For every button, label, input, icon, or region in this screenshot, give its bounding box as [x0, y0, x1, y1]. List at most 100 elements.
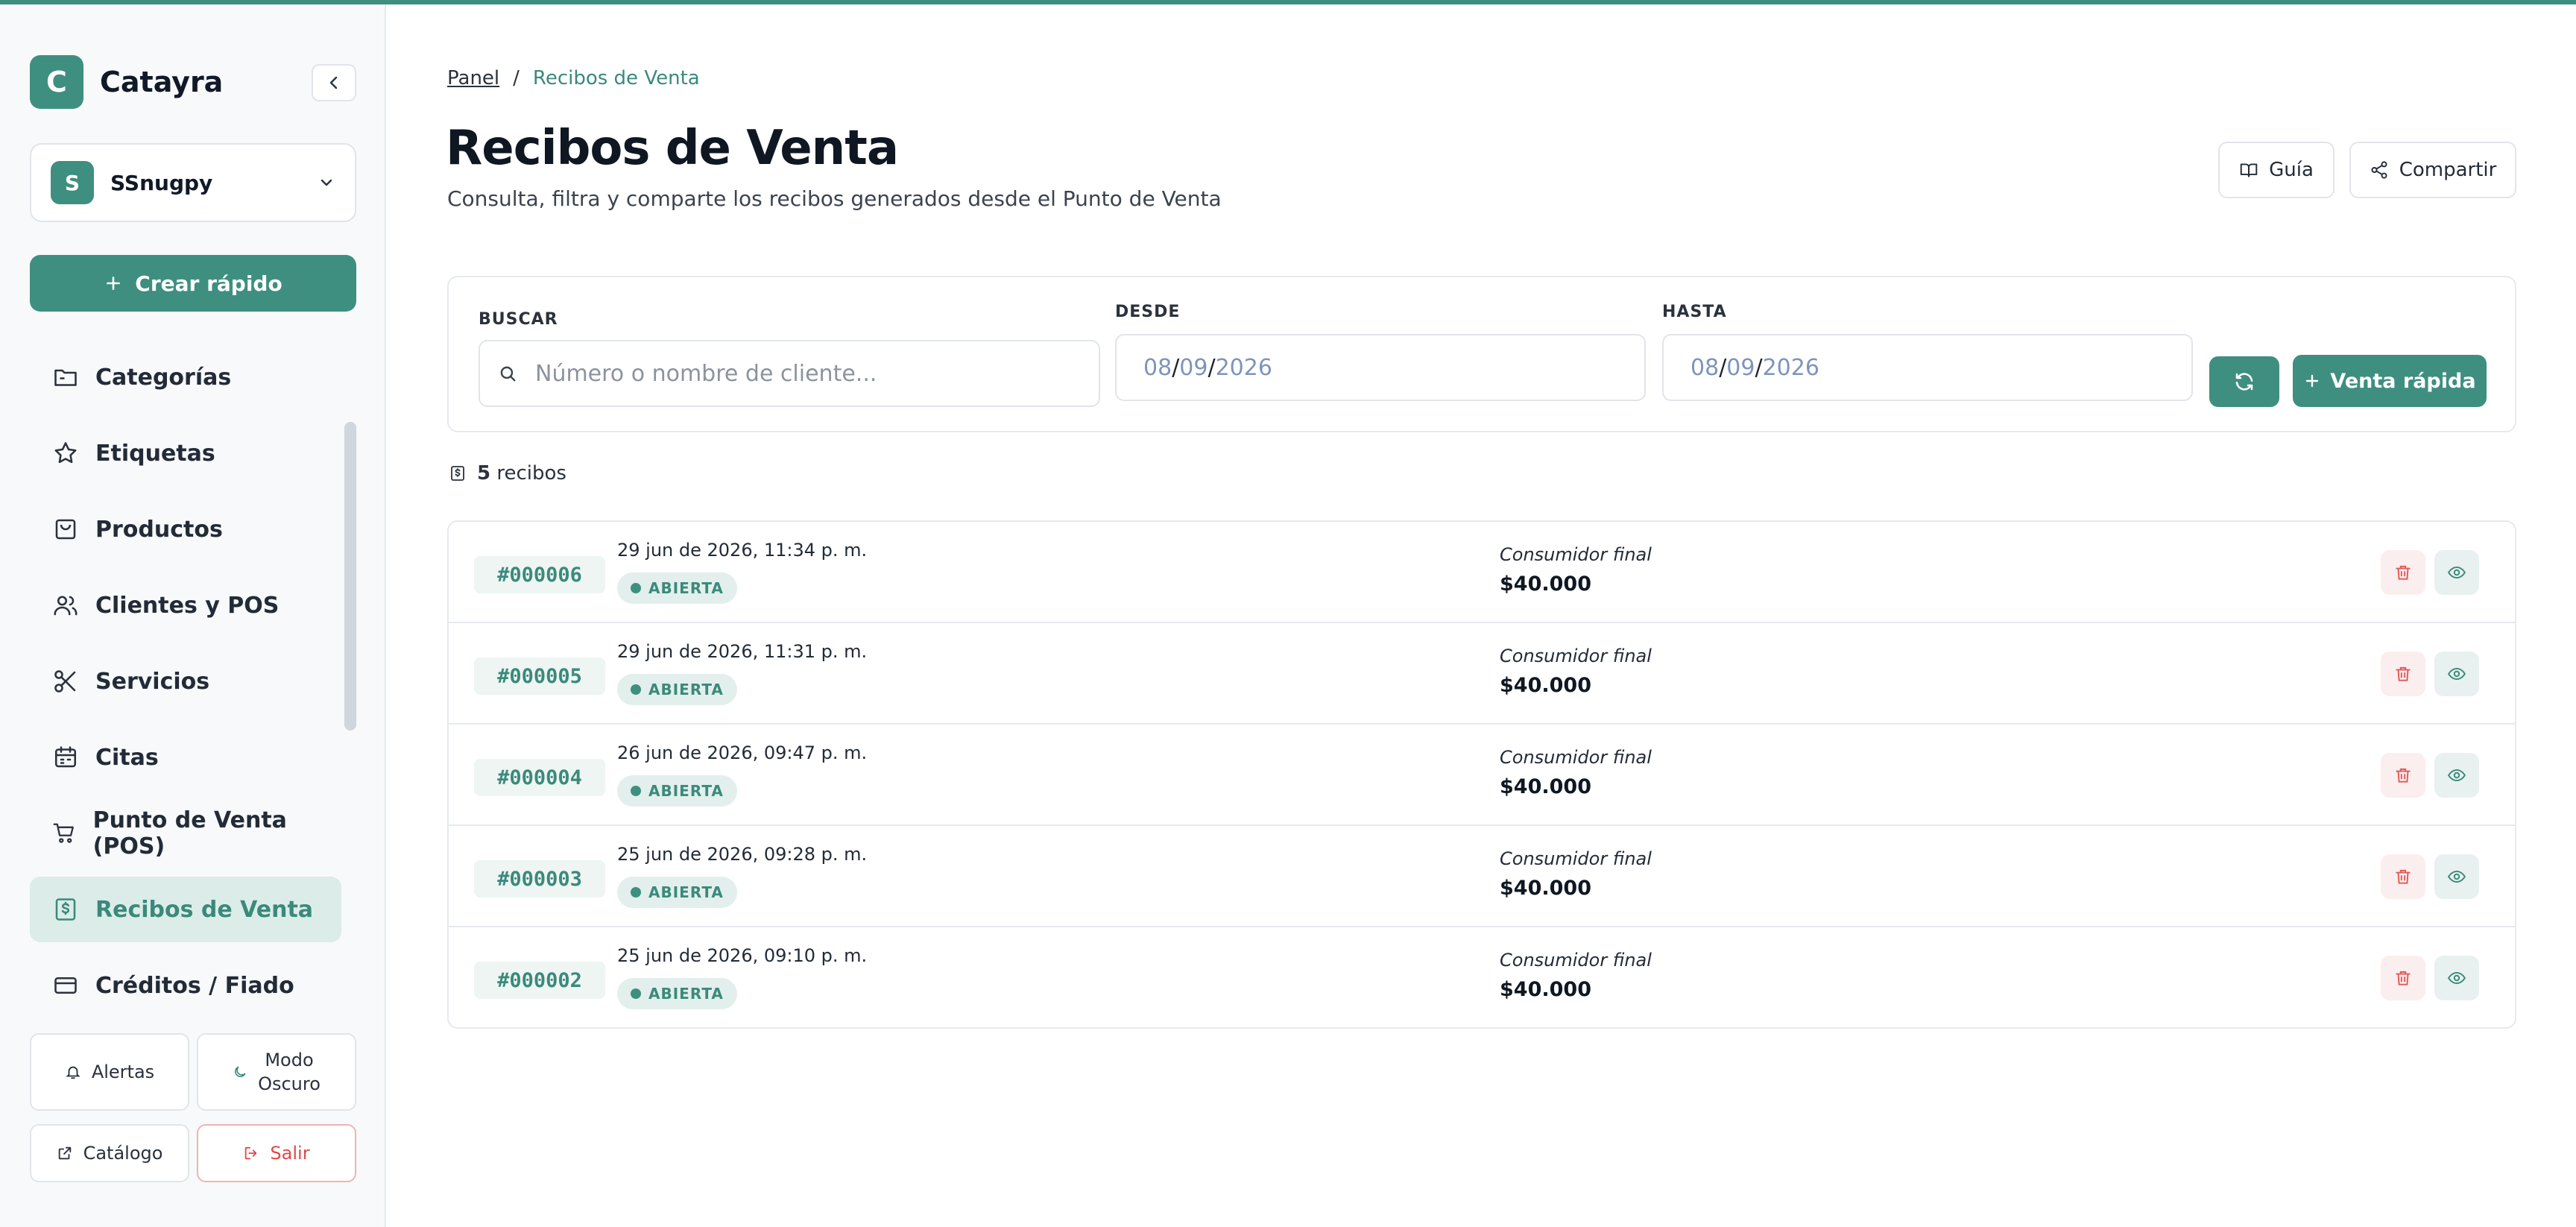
sidebar-item-label: Recibos de Venta	[95, 896, 314, 923]
trash-icon	[2396, 971, 2411, 985]
sidebar-item-productos[interactable]: Productos	[30, 496, 341, 562]
page-title: Recibos de Venta	[446, 121, 899, 176]
breadcrumb-separator: /	[513, 67, 520, 89]
quick-create-button[interactable]: Crear rápido	[30, 255, 356, 312]
breadcrumb: Panel / Recibos de Venta	[447, 67, 700, 89]
search-input[interactable]	[535, 360, 1099, 387]
trash-icon	[2396, 565, 2411, 580]
search-field[interactable]	[479, 340, 1100, 407]
list-item[interactable]: #000005 29 jun de 2026, 11:31 p. m. ABIE…	[449, 623, 2515, 725]
eye-icon	[2448, 971, 2466, 985]
sidebar-item-etiquetas[interactable]: Etiquetas	[30, 420, 341, 486]
quick-sale-button[interactable]: Venta rápida	[2293, 355, 2487, 407]
plus-icon	[107, 277, 121, 290]
receipt-amount: $40.000	[1500, 877, 1591, 900]
eye-icon	[2448, 870, 2466, 883]
sidebar-item-creditos[interactable]: Créditos / Fiado	[30, 953, 341, 1015]
view-button[interactable]	[2434, 956, 2479, 1000]
from-date-input[interactable]: 08/09/2026	[1115, 334, 1646, 401]
view-button[interactable]	[2434, 550, 2479, 595]
receipt-customer: Consumidor final	[1500, 848, 1652, 869]
external-link-icon	[58, 1146, 71, 1160]
cart-icon	[53, 823, 74, 843]
star-icon	[54, 442, 77, 464]
delete-button[interactable]	[2381, 550, 2425, 595]
from-date-month[interactable]: 08	[1143, 355, 1172, 381]
shopping-bag-icon	[55, 519, 76, 540]
delete-button[interactable]	[2381, 753, 2425, 798]
brand-logo: C	[30, 55, 83, 109]
receipt-number: #000003	[474, 860, 605, 898]
status-badge: ABIERTA	[617, 775, 737, 807]
status-dot	[631, 988, 641, 999]
catalog-button[interactable]: Catálogo	[30, 1124, 189, 1182]
from-date-year[interactable]: 2026	[1216, 355, 1272, 381]
sidebar-item-label: Créditos / Fiado	[95, 972, 294, 999]
list-item[interactable]: #000006 29 jun de 2026, 11:34 p. m. ABIE…	[449, 522, 2515, 623]
from-label: DESDE	[1115, 303, 1181, 321]
view-button[interactable]	[2434, 753, 2479, 798]
sidebar-item-citas[interactable]: Citas	[30, 725, 341, 790]
to-date-month[interactable]: 08	[1690, 355, 1719, 381]
eye-icon	[2448, 566, 2466, 579]
dark-mode-button[interactable]: Modo Oscuro	[197, 1033, 356, 1111]
sidebar-item-categorias[interactable]: Categorías	[30, 344, 341, 410]
quick-sale-label: Venta rápida	[2330, 369, 2476, 393]
refresh-button[interactable]	[2209, 356, 2279, 407]
collapse-sidebar-button[interactable]	[312, 64, 356, 101]
share-label[interactable]: Compartir	[2399, 159, 2497, 181]
sidebar-item-servicios[interactable]: Servicios	[30, 649, 341, 714]
sidebar-item-pos[interactable]: Punto de Venta (POS)	[30, 801, 341, 866]
view-button[interactable]	[2434, 854, 2479, 899]
receipt-number: #000002	[474, 962, 605, 999]
top-accent-bar	[0, 0, 2576, 4]
eye-icon	[2448, 769, 2466, 782]
sidebar-item-label: Punto de Venta (POS)	[92, 807, 287, 859]
receipt-count-suffix: recibos	[496, 462, 566, 485]
brand[interactable]: C Catayra	[30, 55, 223, 109]
view-button[interactable]	[2434, 652, 2479, 696]
receipt-customer: Consumidor final	[1500, 544, 1652, 565]
receipt-amount: $40.000	[1500, 978, 1591, 1001]
share-button[interactable]: Compartir	[2349, 142, 2516, 198]
chevron-left-icon	[329, 76, 338, 89]
sidebar-item-label: Citas	[95, 744, 159, 771]
guide-button[interactable]: Guía	[2218, 142, 2334, 198]
to-date-day[interactable]: 09	[1726, 355, 1755, 381]
alerts-button[interactable]: Alertas	[30, 1033, 189, 1111]
exit-button[interactable]: Salir	[197, 1124, 356, 1182]
delete-button[interactable]	[2381, 854, 2425, 899]
sidebar-item-label: Categorías	[95, 364, 232, 391]
sidebar-item-recibos[interactable]: Recibos de Venta	[30, 877, 341, 942]
from-date-day[interactable]: 09	[1179, 355, 1208, 381]
moon-icon	[235, 1066, 246, 1077]
trash-icon	[2396, 869, 2411, 884]
workspace-selector[interactable]: S SSnugpy	[30, 143, 356, 222]
breadcrumb-home-link[interactable]: Panel	[447, 67, 499, 89]
sidebar-scrollbar[interactable]	[344, 422, 356, 731]
status-text: ABIERTA	[648, 579, 724, 597]
catalog-label: Catálogo	[83, 1143, 163, 1164]
to-date-year[interactable]: 2026	[1763, 355, 1819, 381]
share-icon	[2371, 161, 2387, 179]
receipts-list: #000006 29 jun de 2026, 11:34 p. m. ABIE…	[447, 520, 2516, 1029]
credit-card-icon	[54, 977, 77, 994]
to-date-input[interactable]: 08/09/2026	[1662, 334, 2193, 401]
alerts-label: Alertas	[91, 1062, 155, 1082]
status-dot	[631, 583, 641, 593]
list-item[interactable]: #000002 25 jun de 2026, 09:10 p. m. ABIE…	[449, 927, 2515, 1027]
receipt-date: 29 jun de 2026, 11:34 p. m.	[617, 540, 868, 561]
delete-button[interactable]	[2381, 652, 2425, 696]
status-dot	[631, 887, 641, 898]
list-item[interactable]: #000004 26 jun de 2026, 09:47 p. m. ABIE…	[449, 725, 2515, 826]
book-icon	[2240, 163, 2258, 177]
trash-icon	[2396, 666, 2411, 681]
status-text: ABIERTA	[648, 681, 724, 698]
workspace-avatar: S	[51, 161, 94, 204]
list-item[interactable]: #000003 25 jun de 2026, 09:28 p. m. ABIE…	[449, 826, 2515, 927]
delete-button[interactable]	[2381, 956, 2425, 1000]
guide-label: Guía	[2269, 159, 2314, 181]
receipt-date: 25 jun de 2026, 09:28 p. m.	[617, 844, 868, 865]
receipt-number: #000004	[474, 759, 605, 796]
sidebar-item-clientes[interactable]: Clientes y POS	[30, 573, 341, 638]
